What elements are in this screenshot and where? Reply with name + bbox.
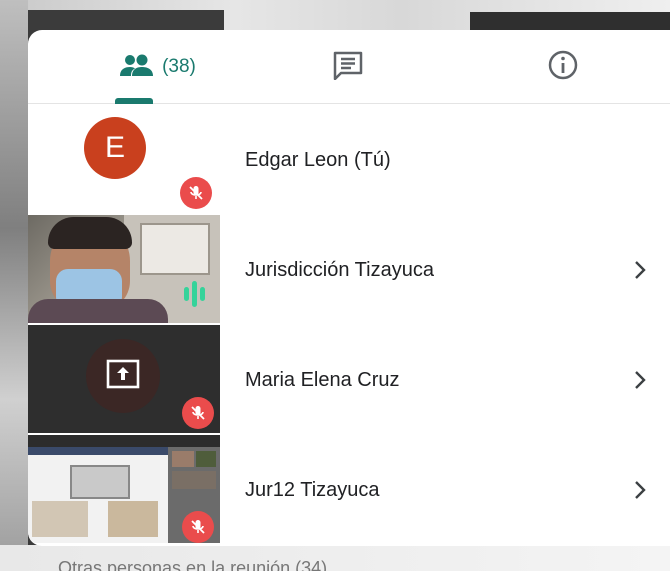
presenting-avatar [86,339,160,413]
mic-off-icon [182,511,214,543]
background-left [0,0,28,571]
participant-count: (38) [162,56,196,77]
participant-row[interactable]: Jurisdicción Tizayuca [28,215,670,325]
participants-panel: (38) E Edgar Leon (Tú) Jurisdicción Tiza… [28,30,670,546]
others-in-meeting-label: Otras personas en la reunión (34) [58,558,328,571]
active-tab-indicator [115,98,153,104]
tab-chat[interactable] [288,30,408,104]
shared-screen [70,465,130,499]
participant-name: Edgar Leon (Tú) [245,148,391,171]
video-background [140,223,210,275]
participant-row[interactable]: Maria Elena Cruz [28,325,670,435]
background-bar [470,12,670,30]
shared-screen [32,501,88,537]
participant-row[interactable]: Jur12 Tizayuca [28,435,670,545]
present-screen-icon [106,359,140,394]
video-person [48,217,132,249]
tab-bar: (38) [28,30,670,104]
participant-tile [28,325,220,433]
participant-name: Jurisdicción Tizayuca [245,258,434,281]
shared-screen [196,451,216,467]
shared-screen [172,471,216,489]
chevron-right-icon[interactable] [632,478,648,507]
participant-row[interactable]: E Edgar Leon (Tú) [28,105,670,215]
avatar: E [84,117,146,179]
chat-icon [332,50,364,85]
participant-list: E Edgar Leon (Tú) Jurisdicción Tizayuca … [28,105,670,545]
mic-off-icon [180,177,212,209]
background-bar [28,10,224,30]
video-person [28,299,168,323]
shared-screen [28,435,220,447]
participant-name: Jur12 Tizayuca [245,478,380,501]
shared-screen [172,451,194,467]
participant-name: Maria Elena Cruz [245,368,400,391]
tab-info[interactable] [508,30,618,104]
people-icon [120,54,154,81]
info-icon [547,49,579,86]
chevron-right-icon[interactable] [632,258,648,287]
speaking-indicator-icon [184,281,205,307]
participant-tile: E [28,105,220,213]
participant-screen-tile [28,435,220,543]
tab-people[interactable]: (38) [88,30,228,104]
chevron-right-icon[interactable] [632,368,648,397]
participant-video-tile [28,215,220,323]
mic-off-icon [182,397,214,429]
shared-screen [108,501,158,537]
